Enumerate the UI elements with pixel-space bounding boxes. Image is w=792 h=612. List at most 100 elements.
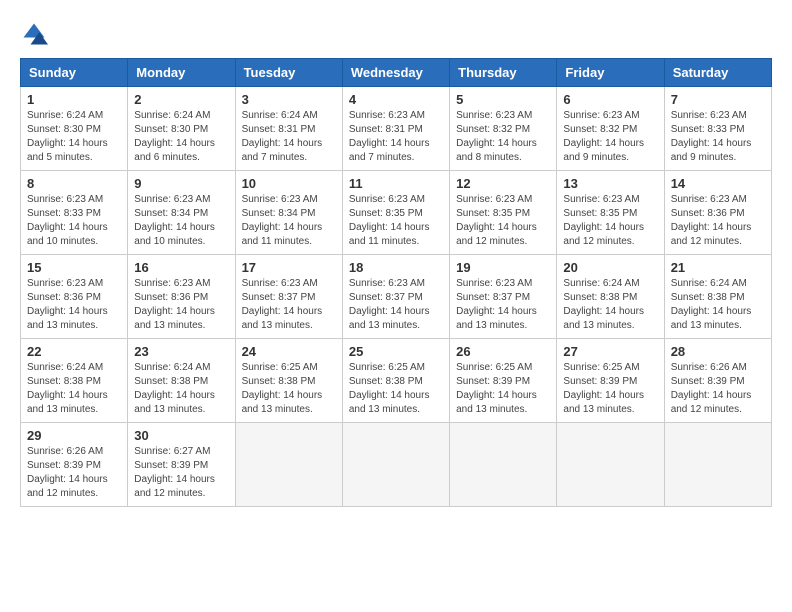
- calendar-cell: 13 Sunrise: 6:23 AM Sunset: 8:35 PM Dayl…: [557, 171, 664, 255]
- day-number: 16: [134, 260, 228, 275]
- day-number: 22: [27, 344, 121, 359]
- calendar-cell: 6 Sunrise: 6:23 AM Sunset: 8:32 PM Dayli…: [557, 87, 664, 171]
- day-info: Sunrise: 6:24 AM Sunset: 8:38 PM Dayligh…: [134, 361, 228, 417]
- sunrise-label: Sunrise: 6:23 AM: [27, 278, 103, 289]
- day-info: Sunrise: 6:25 AM Sunset: 8:38 PM Dayligh…: [242, 361, 336, 417]
- day-number: 10: [242, 176, 336, 191]
- day-info: Sunrise: 6:23 AM Sunset: 8:36 PM Dayligh…: [134, 277, 228, 333]
- sunrise-label: Sunrise: 6:25 AM: [456, 362, 532, 373]
- day-number: 17: [242, 260, 336, 275]
- sunset-label: Sunset: 8:36 PM: [27, 292, 101, 303]
- sunset-label: Sunset: 8:31 PM: [242, 124, 316, 135]
- calendar-cell: 2 Sunrise: 6:24 AM Sunset: 8:30 PM Dayli…: [128, 87, 235, 171]
- sunrise-label: Sunrise: 6:25 AM: [563, 362, 639, 373]
- calendar-cell: 8 Sunrise: 6:23 AM Sunset: 8:33 PM Dayli…: [21, 171, 128, 255]
- day-number: 12: [456, 176, 550, 191]
- day-number: 23: [134, 344, 228, 359]
- calendar-cell: 10 Sunrise: 6:23 AM Sunset: 8:34 PM Dayl…: [235, 171, 342, 255]
- daylight-label: Daylight: 14 hours and 12 minutes.: [27, 474, 108, 499]
- daylight-label: Daylight: 14 hours and 13 minutes.: [563, 306, 644, 331]
- sunset-label: Sunset: 8:35 PM: [456, 208, 530, 219]
- sunset-label: Sunset: 8:35 PM: [563, 208, 637, 219]
- daylight-label: Daylight: 14 hours and 13 minutes.: [134, 390, 215, 415]
- sunset-label: Sunset: 8:39 PM: [563, 376, 637, 387]
- sunrise-label: Sunrise: 6:23 AM: [456, 278, 532, 289]
- sunrise-label: Sunrise: 6:23 AM: [349, 110, 425, 121]
- calendar-cell: [235, 423, 342, 507]
- header-wednesday: Wednesday: [342, 59, 449, 87]
- daylight-label: Daylight: 14 hours and 12 minutes.: [456, 222, 537, 247]
- day-info: Sunrise: 6:26 AM Sunset: 8:39 PM Dayligh…: [671, 361, 765, 417]
- sunset-label: Sunset: 8:38 PM: [134, 376, 208, 387]
- day-info: Sunrise: 6:23 AM Sunset: 8:37 PM Dayligh…: [242, 277, 336, 333]
- sunset-label: Sunset: 8:38 PM: [349, 376, 423, 387]
- day-number: 4: [349, 92, 443, 107]
- sunset-label: Sunset: 8:37 PM: [456, 292, 530, 303]
- header-tuesday: Tuesday: [235, 59, 342, 87]
- sunrise-label: Sunrise: 6:24 AM: [242, 110, 318, 121]
- day-info: Sunrise: 6:23 AM Sunset: 8:35 PM Dayligh…: [456, 193, 550, 249]
- header-saturday: Saturday: [664, 59, 771, 87]
- daylight-label: Daylight: 14 hours and 9 minutes.: [563, 138, 644, 163]
- sunrise-label: Sunrise: 6:27 AM: [134, 446, 210, 457]
- calendar-cell: [664, 423, 771, 507]
- day-number: 1: [27, 92, 121, 107]
- day-info: Sunrise: 6:23 AM Sunset: 8:34 PM Dayligh…: [242, 193, 336, 249]
- calendar-cell: 16 Sunrise: 6:23 AM Sunset: 8:36 PM Dayl…: [128, 255, 235, 339]
- sunset-label: Sunset: 8:38 PM: [563, 292, 637, 303]
- day-number: 14: [671, 176, 765, 191]
- calendar-cell: 19 Sunrise: 6:23 AM Sunset: 8:37 PM Dayl…: [450, 255, 557, 339]
- header-friday: Friday: [557, 59, 664, 87]
- daylight-label: Daylight: 14 hours and 13 minutes.: [27, 390, 108, 415]
- page-header: [20, 20, 772, 48]
- day-number: 28: [671, 344, 765, 359]
- sunset-label: Sunset: 8:32 PM: [456, 124, 530, 135]
- day-number: 8: [27, 176, 121, 191]
- calendar-cell: 27 Sunrise: 6:25 AM Sunset: 8:39 PM Dayl…: [557, 339, 664, 423]
- day-number: 25: [349, 344, 443, 359]
- day-info: Sunrise: 6:23 AM Sunset: 8:35 PM Dayligh…: [563, 193, 657, 249]
- sunset-label: Sunset: 8:37 PM: [349, 292, 423, 303]
- calendar-header-row: SundayMondayTuesdayWednesdayThursdayFrid…: [21, 59, 772, 87]
- day-number: 9: [134, 176, 228, 191]
- calendar-cell: [342, 423, 449, 507]
- daylight-label: Daylight: 14 hours and 12 minutes.: [671, 222, 752, 247]
- header-thursday: Thursday: [450, 59, 557, 87]
- calendar-cell: 4 Sunrise: 6:23 AM Sunset: 8:31 PM Dayli…: [342, 87, 449, 171]
- sunrise-label: Sunrise: 6:23 AM: [27, 194, 103, 205]
- day-info: Sunrise: 6:23 AM Sunset: 8:33 PM Dayligh…: [27, 193, 121, 249]
- sunset-label: Sunset: 8:39 PM: [134, 460, 208, 471]
- daylight-label: Daylight: 14 hours and 13 minutes.: [349, 390, 430, 415]
- day-info: Sunrise: 6:23 AM Sunset: 8:31 PM Dayligh…: [349, 109, 443, 165]
- day-info: Sunrise: 6:25 AM Sunset: 8:38 PM Dayligh…: [349, 361, 443, 417]
- sunrise-label: Sunrise: 6:26 AM: [27, 446, 103, 457]
- calendar-week-2: 8 Sunrise: 6:23 AM Sunset: 8:33 PM Dayli…: [21, 171, 772, 255]
- daylight-label: Daylight: 14 hours and 11 minutes.: [242, 222, 323, 247]
- day-info: Sunrise: 6:24 AM Sunset: 8:38 PM Dayligh…: [563, 277, 657, 333]
- sunrise-label: Sunrise: 6:23 AM: [349, 194, 425, 205]
- day-number: 3: [242, 92, 336, 107]
- calendar-cell: 1 Sunrise: 6:24 AM Sunset: 8:30 PM Dayli…: [21, 87, 128, 171]
- day-info: Sunrise: 6:23 AM Sunset: 8:37 PM Dayligh…: [456, 277, 550, 333]
- sunrise-label: Sunrise: 6:23 AM: [134, 278, 210, 289]
- day-info: Sunrise: 6:24 AM Sunset: 8:30 PM Dayligh…: [27, 109, 121, 165]
- daylight-label: Daylight: 14 hours and 9 minutes.: [671, 138, 752, 163]
- calendar-cell: 18 Sunrise: 6:23 AM Sunset: 8:37 PM Dayl…: [342, 255, 449, 339]
- sunset-label: Sunset: 8:39 PM: [27, 460, 101, 471]
- sunrise-label: Sunrise: 6:24 AM: [27, 362, 103, 373]
- day-number: 27: [563, 344, 657, 359]
- daylight-label: Daylight: 14 hours and 12 minutes.: [671, 390, 752, 415]
- daylight-label: Daylight: 14 hours and 7 minutes.: [242, 138, 323, 163]
- sunrise-label: Sunrise: 6:23 AM: [671, 110, 747, 121]
- sunset-label: Sunset: 8:38 PM: [27, 376, 101, 387]
- calendar-cell: 15 Sunrise: 6:23 AM Sunset: 8:36 PM Dayl…: [21, 255, 128, 339]
- calendar-cell: 11 Sunrise: 6:23 AM Sunset: 8:35 PM Dayl…: [342, 171, 449, 255]
- sunrise-label: Sunrise: 6:23 AM: [456, 194, 532, 205]
- calendar-cell: 17 Sunrise: 6:23 AM Sunset: 8:37 PM Dayl…: [235, 255, 342, 339]
- sunset-label: Sunset: 8:30 PM: [27, 124, 101, 135]
- calendar-week-5: 29 Sunrise: 6:26 AM Sunset: 8:39 PM Dayl…: [21, 423, 772, 507]
- calendar-week-3: 15 Sunrise: 6:23 AM Sunset: 8:36 PM Dayl…: [21, 255, 772, 339]
- day-info: Sunrise: 6:27 AM Sunset: 8:39 PM Dayligh…: [134, 445, 228, 501]
- day-number: 29: [27, 428, 121, 443]
- day-info: Sunrise: 6:24 AM Sunset: 8:38 PM Dayligh…: [27, 361, 121, 417]
